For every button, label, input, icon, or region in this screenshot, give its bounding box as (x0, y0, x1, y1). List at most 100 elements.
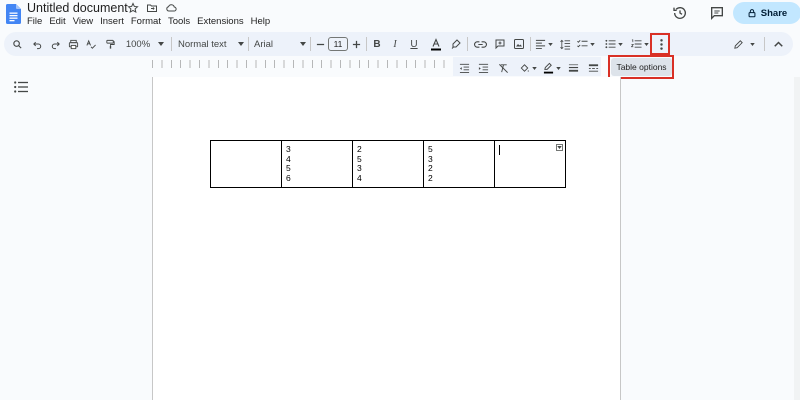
toolbar-divider (467, 37, 468, 51)
menu-edit[interactable]: Edit (49, 16, 70, 27)
zoom-select[interactable]: 100% (124, 35, 166, 53)
table-row: 3 4 5 6 2 5 3 4 5 3 2 2 (210, 139, 566, 189)
menu-insert[interactable]: Insert (100, 16, 129, 27)
editing-mode-menu[interactable] (731, 35, 757, 53)
fill-color-icon (520, 63, 529, 72)
insert-comment-icon[interactable] (492, 35, 508, 53)
numbered-list-icon (631, 39, 642, 48)
move-folder-icon[interactable] (145, 1, 159, 15)
table-options-highlight (608, 55, 674, 79)
cell-line: 3 (357, 163, 362, 174)
redo-icon[interactable] (48, 35, 62, 53)
table-cell[interactable]: 2 5 3 4 (352, 139, 424, 189)
search-menus-icon[interactable] (10, 35, 24, 53)
cell-background-menu[interactable] (517, 59, 539, 77)
cell-line: 5 (286, 163, 291, 174)
cell-line: 5 (428, 144, 433, 154)
document-table[interactable]: 3 4 5 6 2 5 3 4 5 3 2 2 (210, 139, 566, 189)
paint-format-icon[interactable] (103, 35, 117, 53)
text-color-icon[interactable] (428, 35, 444, 53)
chevron-down-icon (618, 42, 623, 46)
chevron-down-icon (644, 42, 649, 46)
line-spacing-icon[interactable] (558, 35, 572, 53)
chevron-down-icon (532, 66, 537, 70)
border-color-menu[interactable] (541, 59, 563, 77)
clear-formatting-icon[interactable] (496, 59, 510, 77)
checklist-menu[interactable] (576, 35, 596, 53)
align-menu[interactable] (534, 35, 554, 53)
table-cell[interactable] (210, 139, 282, 189)
decrease-indent-icon[interactable] (457, 59, 471, 77)
vertical-scrollbar[interactable] (794, 77, 800, 400)
menu-tools[interactable]: Tools (168, 16, 195, 27)
share-label: Share (760, 7, 788, 19)
chevron-down-icon (750, 42, 755, 46)
horizontal-ruler[interactable] (152, 60, 452, 68)
menu-bar: File Edit View Insert Format Tools Exten… (27, 16, 277, 27)
chevron-down-icon (158, 42, 165, 46)
text-cursor (499, 145, 500, 155)
bold-icon[interactable]: B (370, 35, 384, 53)
docs-logo-icon[interactable] (6, 4, 21, 24)
chevron-down-icon (556, 66, 561, 70)
cell-dropdown-icon[interactable] (556, 144, 563, 151)
share-button[interactable]: Share (733, 2, 800, 24)
border-color-icon (543, 62, 554, 74)
menu-format[interactable]: Format (131, 16, 166, 27)
menu-extensions[interactable]: Extensions (197, 16, 248, 27)
cell-line: 6 (286, 172, 291, 183)
table-cell[interactable]: 3 4 5 6 (281, 139, 353, 189)
cell-line: 3 (428, 153, 433, 164)
cell-line: 2 (357, 144, 362, 154)
hide-menus-icon[interactable] (771, 35, 785, 53)
cloud-status-icon[interactable] (164, 1, 178, 15)
paragraph-style-value: Normal text (178, 38, 227, 50)
spellcheck-icon[interactable] (84, 35, 98, 53)
menu-help[interactable]: Help (251, 16, 276, 27)
font-value: Arial (254, 38, 274, 50)
toolbar-divider (530, 37, 531, 51)
bulleted-list-icon (605, 39, 616, 49)
paragraph-style-select[interactable]: Normal text (178, 35, 244, 53)
numbered-list-menu[interactable] (630, 35, 650, 53)
pencil-icon (734, 39, 743, 49)
document-outline-icon[interactable] (14, 81, 28, 93)
align-left-icon (535, 39, 546, 49)
table-cell-active[interactable] (494, 139, 566, 189)
cell-line: 4 (286, 153, 291, 164)
cell-line: 4 (357, 172, 362, 183)
border-dash-icon[interactable] (586, 59, 600, 77)
cell-line: 2 (428, 172, 433, 183)
star-icon[interactable] (126, 1, 140, 15)
undo-icon[interactable] (30, 35, 44, 53)
toolbar-divider (310, 37, 311, 51)
menu-file[interactable]: File (27, 16, 47, 27)
document-title[interactable]: Untitled document (27, 1, 128, 15)
increase-font-size-icon[interactable] (350, 35, 362, 53)
highlight-color-icon[interactable] (448, 35, 464, 53)
comments-icon[interactable] (709, 5, 725, 21)
font-size-input[interactable]: 11 (328, 37, 348, 51)
menu-view[interactable]: View (73, 16, 98, 27)
italic-icon[interactable]: I (388, 35, 402, 53)
font-select[interactable]: Arial (254, 35, 306, 53)
insert-link-icon[interactable] (472, 35, 488, 53)
chevron-down-icon (590, 42, 595, 46)
border-width-icon[interactable] (566, 59, 580, 77)
print-icon[interactable] (66, 35, 80, 53)
header: Untitled document File Edit View Insert … (0, 0, 800, 30)
document-page[interactable]: 3 4 5 6 2 5 3 4 5 3 2 2 (152, 77, 621, 400)
chevron-down-icon (548, 42, 553, 46)
version-history-icon[interactable] (672, 5, 688, 21)
toolbar-divider (171, 37, 172, 51)
insert-image-icon[interactable] (511, 35, 527, 53)
increase-indent-icon[interactable] (476, 59, 490, 77)
toolbar-divider (366, 37, 367, 51)
chevron-down-icon (300, 42, 306, 46)
table-cell[interactable]: 5 3 2 2 (423, 139, 495, 189)
decrease-font-size-icon[interactable] (314, 35, 326, 53)
overflow-toolbar (453, 57, 601, 76)
cell-line: 2 (428, 163, 433, 174)
underline-icon[interactable]: U (407, 35, 421, 53)
bulleted-list-menu[interactable] (604, 35, 624, 53)
